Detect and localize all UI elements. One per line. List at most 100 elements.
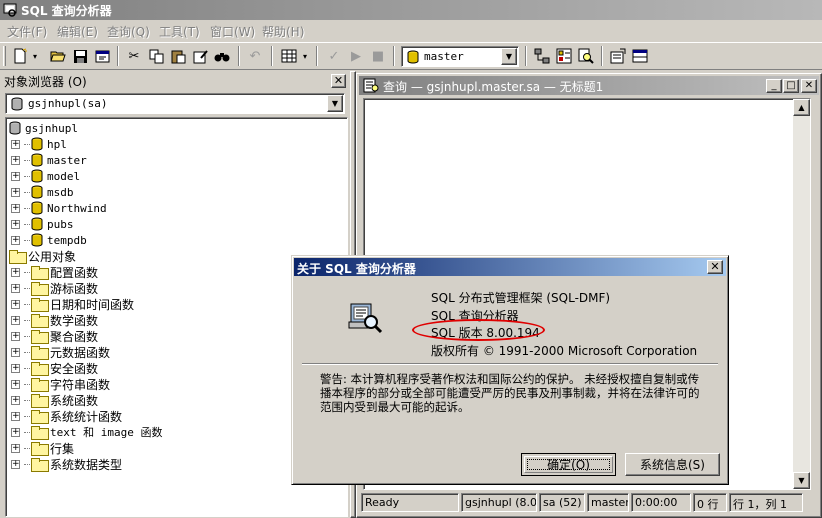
toolbar-grip[interactable] — [3, 46, 6, 66]
tree-node-folder[interactable]: + text 和 image 函数 — [11, 424, 162, 440]
tree-node-label: master — [47, 153, 87, 167]
current-connection-properties-icon[interactable] — [608, 46, 628, 66]
tree-node-folder[interactable]: + 游标函数 — [11, 280, 98, 296]
vertical-scrollbar[interactable]: ▲ ▼ — [793, 99, 810, 489]
tree-node-database[interactable]: + msdb — [11, 184, 74, 200]
copy-icon[interactable] — [146, 46, 166, 66]
cancel-query-icon[interactable]: ■ — [368, 46, 388, 66]
close-icon[interactable]: ✕ — [707, 260, 723, 274]
database-icon — [31, 137, 43, 151]
minimize-icon[interactable]: _ — [766, 79, 782, 93]
menu-file[interactable]: 文件(F) — [7, 23, 47, 40]
tree-node-folder[interactable]: + 安全函数 — [11, 360, 98, 376]
system-info-button[interactable]: 系统信息(S) — [625, 453, 720, 476]
tree-node-folder[interactable]: + 聚合函数 — [11, 328, 98, 344]
folder-icon — [31, 426, 49, 440]
close-icon[interactable]: ✕ — [801, 79, 817, 93]
expand-icon[interactable]: + — [11, 379, 20, 389]
tree-node-folder[interactable]: + 行集 — [11, 440, 74, 456]
toolbar-separator — [117, 46, 119, 66]
expand-icon[interactable]: + — [11, 331, 20, 341]
status-bar: Ready gsjnhupl (8.0) sa (52) master 0:00… — [361, 492, 819, 514]
chevron-down-icon[interactable]: ▼ — [327, 95, 343, 112]
tree-node-database[interactable]: + pubs — [11, 216, 74, 232]
menu-help[interactable]: 帮助(H) — [262, 23, 304, 40]
load-script-icon[interactable] — [92, 46, 112, 66]
tree-node-server[interactable]: gsjnhupl — [9, 120, 78, 136]
maximize-icon[interactable]: □ — [783, 79, 799, 93]
ok-button[interactable]: 确定(O) — [521, 453, 616, 476]
clear-window-icon[interactable] — [190, 46, 210, 66]
close-icon[interactable]: ✕ — [331, 74, 346, 88]
tree-node-folder[interactable]: + 日期和时间函数 — [11, 296, 134, 312]
tree-node-folder[interactable]: + 元数据函数 — [11, 344, 110, 360]
scroll-up-icon[interactable]: ▲ — [793, 99, 810, 116]
server-selector-value: gsjnhupl(sa) — [28, 97, 108, 110]
app-titlebar[interactable]: SQL 查询分析器 — [0, 0, 822, 20]
tree-node-label: 安全函数 — [50, 361, 99, 376]
tree-node-database[interactable]: + Northwind — [11, 200, 107, 216]
tree-node-folder[interactable]: + 字符串函数 — [11, 376, 110, 392]
expand-icon[interactable]: + — [11, 283, 20, 293]
expand-icon[interactable]: + — [11, 363, 20, 373]
expand-icon[interactable]: + — [11, 315, 20, 325]
results-mode-icon[interactable] — [279, 46, 299, 66]
find-binoculars-icon[interactable] — [212, 46, 232, 66]
expand-icon[interactable]: + — [11, 187, 20, 197]
display-plan-icon[interactable] — [532, 46, 552, 66]
expand-icon[interactable]: + — [11, 427, 20, 437]
query-window-titlebar[interactable]: 查询 — gsjnhupl.master.sa — 无标题1 _ □ ✕ — [359, 76, 819, 95]
expand-icon[interactable]: + — [11, 299, 20, 309]
tree-node-database[interactable]: + model — [11, 168, 80, 184]
tree-node-folder[interactable]: + 数学函数 — [11, 312, 98, 328]
new-dropdown-icon[interactable]: ▾ — [30, 46, 40, 66]
tree-node-folder[interactable]: + 系统数据类型 — [11, 456, 122, 472]
menu-query[interactable]: 查询(Q) — [107, 23, 150, 40]
expand-icon[interactable]: + — [11, 139, 20, 149]
cut-icon[interactable]: ✂ — [124, 46, 144, 66]
expand-icon[interactable]: + — [11, 235, 20, 245]
expand-icon[interactable]: + — [11, 443, 20, 453]
expand-icon[interactable]: + — [11, 219, 20, 229]
database-selector[interactable]: master ▼ — [401, 46, 519, 67]
chevron-down-icon[interactable]: ▼ — [501, 48, 517, 65]
expand-icon[interactable]: + — [11, 459, 20, 469]
about-line-dmf: SQL 分布式管理框架 (SQL-DMF) — [431, 291, 611, 305]
menu-edit[interactable]: 编辑(E) — [57, 23, 98, 40]
expand-icon[interactable]: + — [11, 347, 20, 357]
expand-icon[interactable]: + — [11, 155, 20, 165]
open-folder-icon[interactable] — [48, 46, 68, 66]
tree-node-database[interactable]: + tempdb — [11, 232, 87, 248]
paste-icon[interactable] — [168, 46, 188, 66]
expand-icon[interactable]: + — [11, 203, 20, 213]
tree-node-database[interactable]: + master — [11, 152, 87, 168]
database-icon — [407, 50, 419, 64]
tree-node-common-objects[interactable]: 公用对象 — [9, 248, 76, 264]
app-title: SQL 查询分析器 — [21, 4, 112, 18]
tree-node-folder[interactable]: + 系统函数 — [11, 392, 98, 408]
tree-node-database[interactable]: + hpl — [11, 136, 67, 152]
show-results-pane-icon[interactable] — [630, 46, 650, 66]
tree-node-folder[interactable]: + 配置函数 — [11, 264, 98, 280]
expand-icon[interactable]: + — [11, 171, 20, 181]
tree-node-folder[interactable]: + 系统统计函数 — [11, 408, 122, 424]
object-browser-toggle-icon[interactable] — [554, 46, 574, 66]
expand-icon[interactable]: + — [11, 395, 20, 405]
parse-query-icon[interactable]: ✓ — [324, 46, 344, 66]
results-mode-dropdown-icon[interactable]: ▾ — [300, 46, 310, 66]
execute-query-icon[interactable]: ▶ — [346, 46, 366, 66]
expand-icon[interactable]: + — [11, 267, 20, 277]
about-dialog-titlebar[interactable]: 关于 SQL 查询分析器 ✕ — [294, 258, 726, 276]
save-icon[interactable] — [70, 46, 90, 66]
status-user: sa (52) — [539, 493, 585, 512]
server-selector[interactable]: gsjnhupl(sa) ▼ — [5, 93, 345, 114]
object-browser-title: 对象浏览器 (O) — [4, 75, 87, 89]
toolbar-separator — [525, 46, 527, 66]
expand-icon[interactable]: + — [11, 411, 20, 421]
object-search-icon[interactable] — [576, 46, 596, 66]
scroll-down-icon[interactable]: ▼ — [793, 472, 810, 489]
undo-icon[interactable]: ↶ — [245, 46, 265, 66]
menu-tools[interactable]: 工具(T) — [159, 23, 200, 40]
menu-window[interactable]: 窗口(W) — [210, 23, 255, 40]
new-query-icon[interactable] — [10, 46, 30, 66]
